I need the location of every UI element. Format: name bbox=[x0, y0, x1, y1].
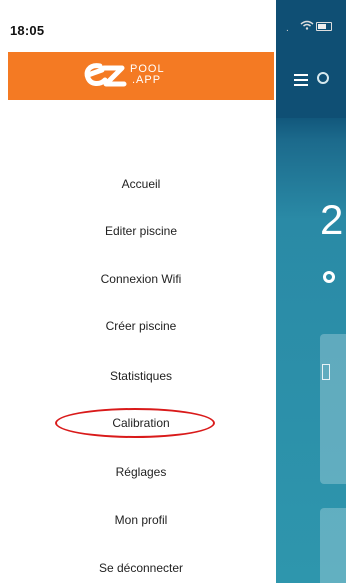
main-value: 2 bbox=[320, 196, 344, 243]
menu-item-calibration[interactable]: Calibration bbox=[8, 413, 274, 433]
menu-item-reglages[interactable]: Réglages bbox=[8, 462, 274, 482]
status-bar-time: 18:05 bbox=[10, 23, 45, 38]
menu-item-se-deconnecter[interactable]: Se déconnecter bbox=[8, 558, 274, 578]
menu-item-statistiques[interactable]: Statistiques bbox=[8, 366, 274, 386]
background-app-screen: . 2 bbox=[276, 0, 346, 583]
navigation-drawer: 18:05 POOL .APP Accueil Editer piscine C… bbox=[0, 0, 276, 583]
ezpool-logo: POOL .APP bbox=[82, 58, 212, 94]
ez-logo-icon bbox=[84, 63, 127, 87]
app-header: . bbox=[276, 0, 346, 118]
wifi-icon bbox=[300, 20, 314, 30]
menu-item-creer-piscine[interactable]: Créer piscine bbox=[8, 316, 274, 336]
info-card[interactable] bbox=[320, 508, 346, 583]
hamburger-menu-icon[interactable] bbox=[294, 74, 308, 86]
menu-item-mon-profil[interactable]: Mon profil bbox=[8, 510, 274, 530]
refresh-icon[interactable] bbox=[317, 72, 329, 84]
info-card[interactable] bbox=[320, 334, 346, 484]
status-circle-icon bbox=[323, 271, 335, 283]
status-dot-icon: . bbox=[286, 23, 289, 34]
menu-item-editer-piscine[interactable]: Editer piscine bbox=[8, 221, 274, 241]
device-icon bbox=[322, 364, 330, 380]
battery-icon bbox=[316, 22, 332, 31]
brand-header: POOL .APP bbox=[8, 52, 274, 100]
menu-item-connexion-wifi[interactable]: Connexion Wifi bbox=[8, 269, 274, 289]
logo-text-app: .APP bbox=[132, 74, 162, 86]
menu-item-accueil[interactable]: Accueil bbox=[8, 174, 274, 194]
